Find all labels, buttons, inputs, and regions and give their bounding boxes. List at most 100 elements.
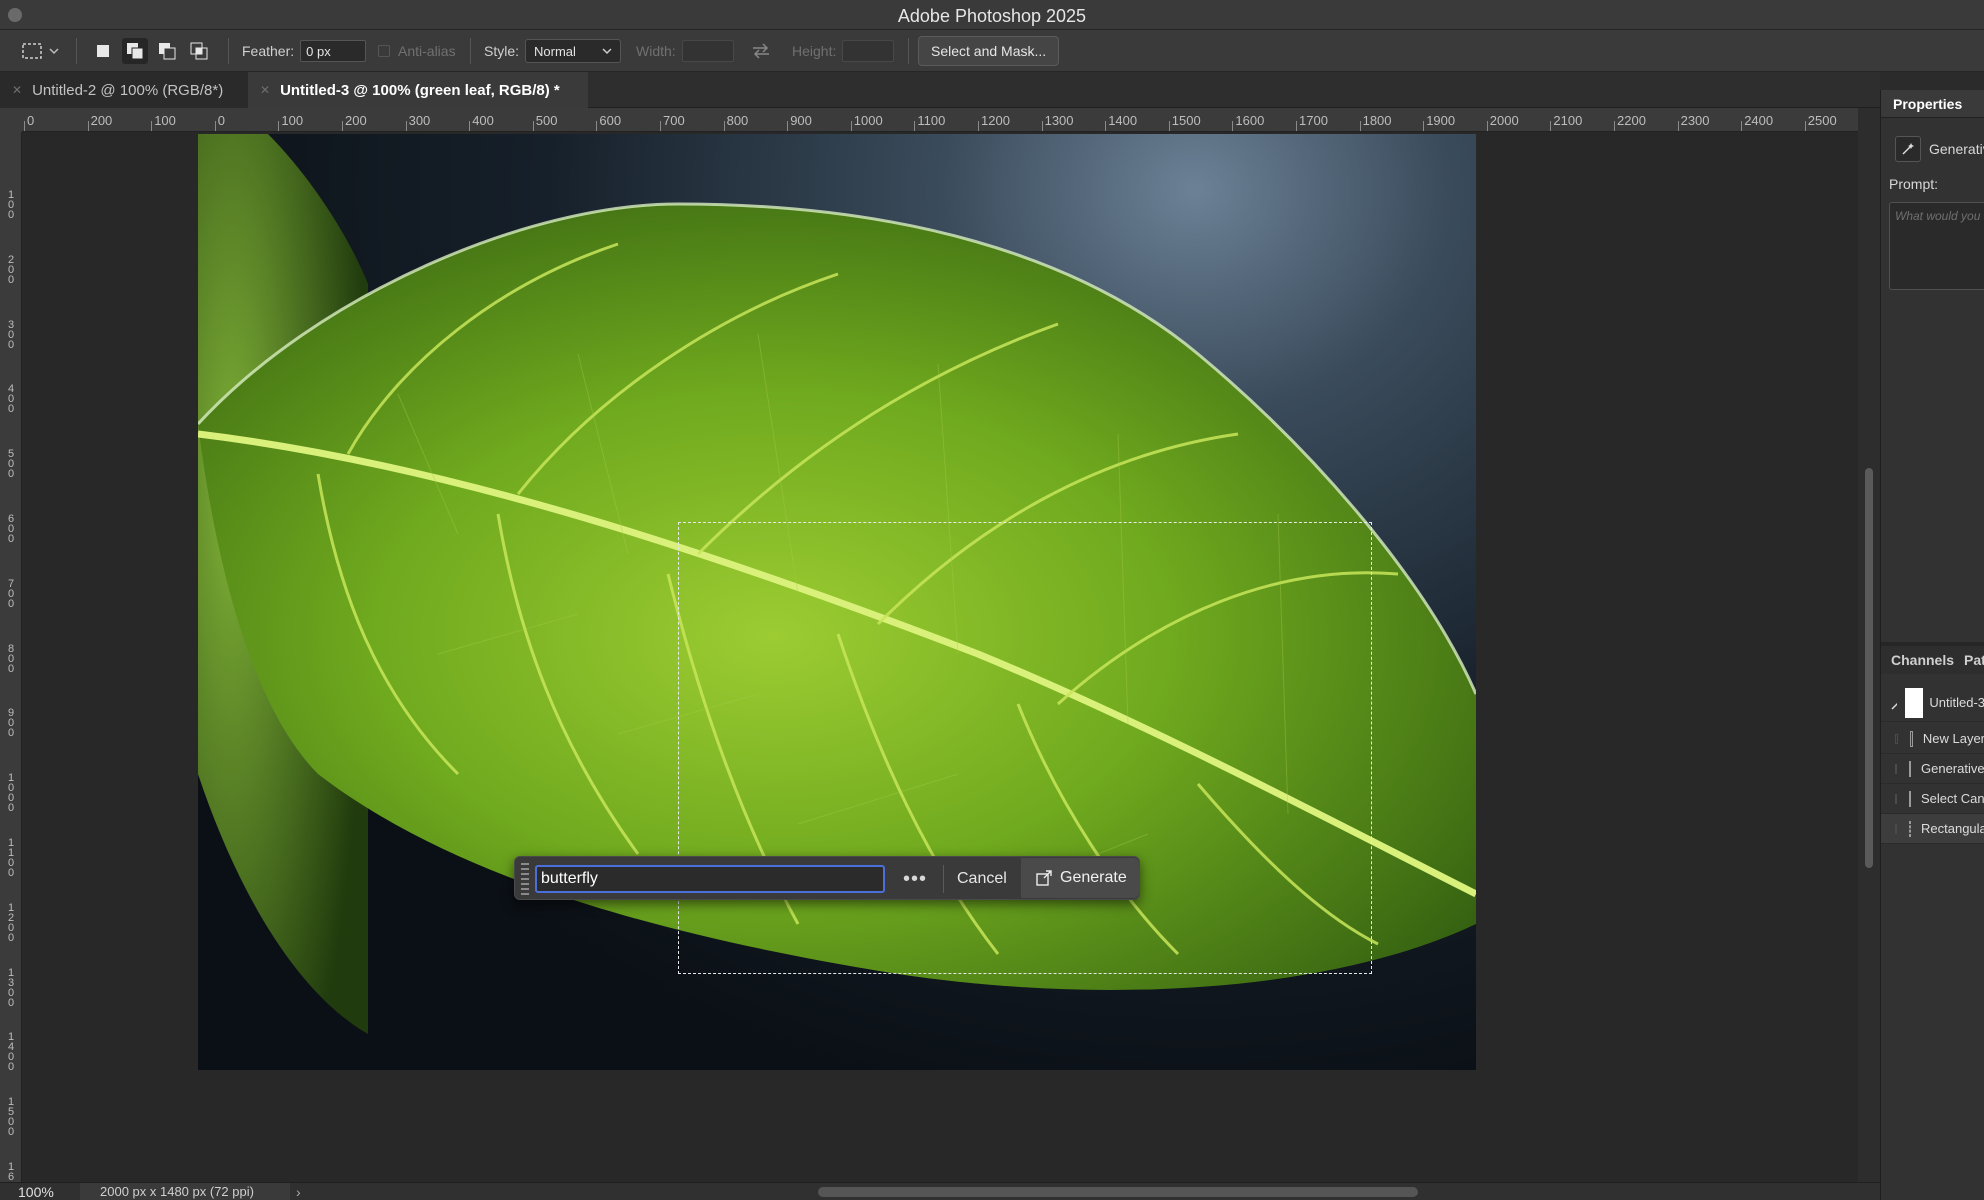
scrollbar-thumb[interactable] [1865, 468, 1873, 868]
intersect-selection-button[interactable] [186, 38, 212, 64]
history-state-icon [1909, 760, 1911, 777]
vertical-ruler[interactable]: 100 200 300 400 500 600 700 800 900 1000 1100 1200 1… [0, 132, 22, 1182]
ruler-label: 0 [217, 113, 226, 128]
anti-alias-checkbox[interactable] [378, 45, 390, 57]
ruler-tick [1232, 121, 1234, 131]
ruler-tick [1359, 121, 1361, 131]
generative-fill-label: Generative Fill [1929, 141, 1984, 157]
generate-button[interactable]: Generate [1021, 858, 1139, 898]
generate-label: Generate [1060, 869, 1127, 886]
close-icon[interactable]: ✕ [260, 83, 270, 97]
horizontal-scrollbar-thumb[interactable] [818, 1187, 1418, 1197]
subtract-selection-button[interactable] [154, 38, 180, 64]
height-input[interactable] [842, 40, 895, 62]
ruler-tick [24, 121, 25, 131]
chevron-down-icon [602, 48, 612, 55]
vertical-scrollbar[interactable] [1858, 108, 1880, 1182]
style-select[interactable]: Normal [525, 39, 622, 63]
prompt-textarea[interactable]: What would you like to generate? [1889, 202, 1984, 290]
width-label: Width: [636, 43, 676, 59]
cancel-button[interactable]: Cancel [957, 864, 1007, 894]
style-value: Normal [534, 43, 576, 59]
contextual-task-bar: ••• Cancel Generate [514, 856, 1140, 900]
history-item[interactable]: Generative Fill [1881, 754, 1984, 784]
ruler-label: 1600 [7, 1161, 15, 1183]
close-icon[interactable]: ✕ [12, 83, 22, 97]
ruler-label: 1700 [1299, 113, 1328, 128]
ruler-tick [850, 121, 852, 131]
tab-channels[interactable]: Channels [1881, 652, 1954, 668]
status-menu-chevron[interactable]: › [296, 1184, 301, 1200]
history-item-label: Rectangular Marquee [1921, 821, 1984, 836]
ruler-label: 2500 [1807, 113, 1837, 128]
ruler-tick [1105, 121, 1107, 131]
rectangular-marquee-icon [22, 43, 42, 59]
history-checkbox[interactable] [1895, 793, 1897, 804]
ruler-tick [1041, 121, 1043, 131]
drag-handle[interactable] [521, 863, 529, 895]
ruler-label: 1000 [7, 772, 15, 815]
tab-untitled-3[interactable]: ✕ Untitled-3 @ 100% (green leaf, RGB/8) … [248, 72, 588, 108]
ruler-label: 2100 [1553, 113, 1583, 128]
history-item-selected[interactable]: Rectangular Marquee [1881, 814, 1984, 844]
add-selection-button[interactable] [122, 38, 148, 64]
ruler-tick [787, 121, 789, 131]
ruler-label: 500 [535, 113, 558, 128]
ruler-label: 300 [408, 113, 431, 128]
more-options-button[interactable]: ••• [899, 864, 931, 894]
document-canvas[interactable] [198, 134, 1476, 1070]
ruler-tick [1296, 121, 1297, 131]
selection-marquee[interactable] [678, 522, 1372, 974]
generative-prompt-input[interactable] [535, 865, 885, 893]
ruler-label: 900 [790, 113, 812, 128]
chevron-down-icon [49, 48, 59, 55]
tab-properties[interactable]: Properties [1881, 90, 1984, 118]
horizontal-ruler[interactable]: 0 200 100 0 100 200 300 400 500 600 700 800 900 1000 1… [22, 108, 1880, 132]
history-checkbox[interactable] [1895, 823, 1897, 834]
document-info: 2000 px x 1480 px (72 ppi) [80, 1183, 290, 1200]
history-item[interactable]: Select Canvas [1881, 784, 1984, 814]
ruler-label: 1200 [7, 901, 15, 944]
zoom-level[interactable]: 100% [18, 1184, 54, 1200]
ruler-tick [87, 121, 89, 131]
history-item[interactable]: New Layer [1881, 724, 1984, 754]
width-input[interactable] [681, 40, 734, 62]
subtract-selection-icon [159, 43, 176, 60]
ruler-label: 1100 [7, 837, 15, 879]
ruler-label: 1500 [1171, 113, 1201, 128]
ruler-label: 1000 [853, 113, 883, 128]
feather-input[interactable]: 0 px [300, 40, 367, 62]
marquee-tool-preset[interactable] [20, 30, 60, 72]
ruler-label: 100 [7, 189, 15, 221]
ruler-tick [532, 121, 534, 131]
ruler-label: 600 [599, 113, 622, 128]
snapshot-thumbnail [1905, 687, 1924, 718]
status-bar: 100% 2000 px x 1480 px (72 ppi) › [0, 1182, 1880, 1200]
divider [943, 865, 944, 893]
tab-paths[interactable]: Paths [1954, 652, 1984, 668]
swap-dimensions-icon[interactable] [750, 42, 772, 60]
ruler-label: 1500 [7, 1096, 15, 1139]
ruler-tick [1423, 121, 1425, 131]
generate-icon [1036, 870, 1052, 886]
ruler-label: 100 [281, 113, 304, 128]
ruler-corner [0, 108, 22, 132]
ruler-tick [1677, 121, 1679, 131]
title-bar: Adobe Photoshop 2025 [0, 0, 1984, 30]
feather-label: Feather: [242, 43, 295, 59]
ruler-label: 800 [726, 113, 749, 128]
ruler-label: 700 [663, 113, 685, 128]
ruler-tick [151, 121, 153, 131]
ruler-label: 1300 [7, 966, 15, 1009]
history-snapshot[interactable]: Untitled-3 [1881, 684, 1984, 722]
select-and-mask-button[interactable]: Select and Mask... [918, 36, 1060, 66]
ruler-label: 200 [7, 253, 15, 286]
history-checkbox[interactable] [1895, 763, 1897, 774]
ruler-label: 400 [472, 113, 494, 128]
ruler-tick [278, 121, 280, 131]
history-item-label: Untitled-3 [1929, 695, 1984, 710]
ruler-tick [1741, 121, 1743, 131]
history-checkbox[interactable] [1895, 733, 1898, 744]
tab-untitled-2[interactable]: ✕ Untitled-2 @ 100% (RGB/8*) [0, 72, 248, 108]
new-selection-button[interactable] [90, 38, 116, 64]
